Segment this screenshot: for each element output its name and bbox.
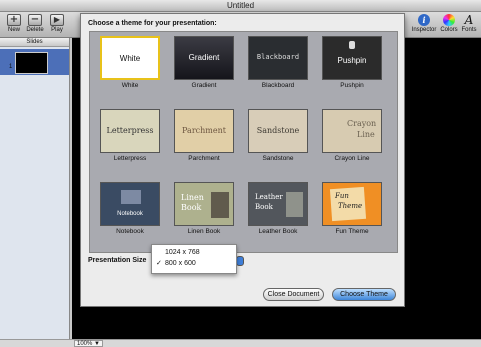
zoom-select[interactable]: 100% ▼	[74, 340, 103, 347]
size-option-800x600[interactable]: ✓ 800 x 600	[152, 259, 236, 269]
colors-button-label: Colors	[440, 27, 458, 33]
sheet-title: Choose a theme for your presentation:	[88, 20, 217, 27]
new-button-label: New	[7, 27, 20, 33]
font-icon: A	[464, 13, 474, 27]
slides-sidebar: Slides 1	[0, 38, 70, 339]
theme-pushpin[interactable]: Pushpin Pushpin	[319, 36, 385, 89]
minus-icon: −	[28, 14, 42, 26]
letterpress-theme-thumbnail: Letterpress	[100, 109, 160, 153]
chevron-down-icon[interactable]	[236, 256, 244, 266]
chevron-down-icon: ▼	[94, 341, 100, 347]
theme-crayon-line[interactable]: Crayon Line Crayon Line	[319, 109, 385, 162]
theme-parchment[interactable]: Parchment Parchment	[171, 109, 237, 162]
theme-grid: White White Gradient Gradient Blackboard…	[89, 31, 398, 253]
slide-list-item[interactable]: 1	[0, 49, 69, 75]
theme-letterpress[interactable]: Letterpress Letterpress	[97, 109, 163, 162]
fun-theme-thumbnail: Fun Theme	[322, 182, 382, 226]
crayon-line-theme-thumbnail: Crayon Line	[322, 109, 382, 153]
presentation-size-label: Presentation Size	[88, 257, 147, 264]
theme-leather-book[interactable]: Leather Book Leather Book	[245, 182, 311, 235]
theme-sandstone[interactable]: Sandstone Sandstone	[245, 109, 311, 162]
fonts-button[interactable]: A Fonts	[458, 14, 480, 33]
close-document-button[interactable]: Close Document	[263, 288, 324, 301]
theme-white[interactable]: White White	[97, 36, 163, 89]
checkmark-icon: ✓	[156, 260, 162, 267]
color-wheel-icon	[442, 14, 456, 26]
theme-blackboard[interactable]: Blackboard Blackboard	[245, 36, 311, 89]
blackboard-theme-thumbnail: Blackboard	[248, 36, 308, 80]
slide-number: 1	[9, 64, 13, 70]
theme-notebook[interactable]: Notebook Notebook	[97, 182, 163, 235]
delete-button-label: Delete	[26, 27, 44, 33]
theme-fun[interactable]: Fun Theme Fun Theme	[319, 182, 385, 235]
slides-header: Slides	[0, 38, 69, 47]
theme-gradient[interactable]: Gradient Gradient	[171, 36, 237, 89]
pushpin-theme-thumbnail: Pushpin	[322, 36, 382, 80]
fonts-button-label: Fonts	[461, 27, 477, 33]
theme-chooser-sheet: Choose a theme for your presentation: Wh…	[80, 13, 405, 307]
status-bar: 100% ▼	[0, 339, 481, 347]
play-icon: ▶	[50, 14, 64, 26]
size-option-1024x768[interactable]: 1024 x 768	[152, 248, 236, 258]
sandstone-theme-thumbnail: Sandstone	[248, 109, 308, 153]
keynote-window: Untitled + New − Delete ▶ Play i Inspect…	[0, 0, 481, 347]
gradient-theme-thumbnail: Gradient	[174, 36, 234, 80]
photo-placeholder-icon	[211, 192, 229, 218]
linen-book-theme-thumbnail: Linen Book	[174, 182, 234, 226]
pushpin-icon	[349, 41, 355, 49]
window-title: Untitled	[0, 0, 481, 12]
play-button[interactable]: ▶ Play	[46, 14, 68, 33]
parchment-theme-thumbnail: Parchment	[174, 109, 234, 153]
colors-button[interactable]: Colors	[438, 14, 460, 33]
inspector-button-label: Inspector	[411, 27, 437, 33]
leather-book-theme-thumbnail: Leather Book	[248, 182, 308, 226]
photo-placeholder-icon	[286, 192, 303, 217]
slide-thumbnail[interactable]	[15, 52, 48, 74]
plus-icon: +	[7, 14, 21, 26]
zoom-value: 100%	[77, 341, 93, 347]
theme-linen-book[interactable]: Linen Book Linen Book	[171, 182, 237, 235]
delete-button[interactable]: − Delete	[24, 14, 46, 33]
notebook-theme-thumbnail: Notebook	[100, 182, 160, 226]
presentation-size-menu[interactable]: 1024 x 768 ✓ 800 x 600	[151, 244, 237, 274]
info-icon: i	[417, 14, 431, 26]
photo-placeholder-icon	[121, 190, 141, 204]
play-button-label: Play	[51, 27, 63, 33]
choose-theme-button[interactable]: Choose Theme	[332, 288, 396, 301]
inspector-button[interactable]: i Inspector	[410, 14, 438, 33]
white-theme-thumbnail: White	[100, 36, 160, 80]
new-button[interactable]: + New	[3, 14, 25, 33]
